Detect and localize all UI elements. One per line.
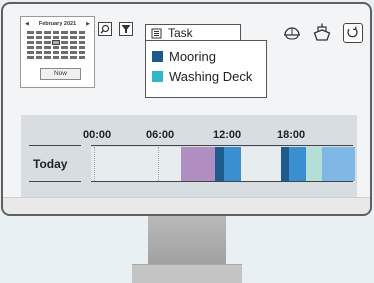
task-bar[interactable]	[322, 147, 355, 181]
monitor-stand-neck	[148, 216, 226, 266]
filter-button[interactable]	[119, 22, 133, 36]
monitor-stand-base	[132, 264, 242, 283]
month-label: February 2021	[38, 21, 77, 27]
monitor-chin	[3, 197, 370, 214]
task-options-list: Mooring Washing Deck	[145, 40, 267, 98]
gridline	[94, 147, 95, 181]
task-bar[interactable]	[306, 147, 322, 181]
gridline	[158, 147, 159, 181]
task-select[interactable]: Task	[145, 24, 241, 41]
tick-label: 00:00	[83, 129, 112, 141]
list-icon	[151, 28, 162, 39]
task-bar[interactable]	[215, 147, 224, 181]
search-icon	[100, 24, 110, 34]
timeline-bottom-border	[91, 181, 353, 182]
next-month-icon[interactable]: ▶	[86, 19, 90, 29]
tick-label: 06:00	[146, 129, 175, 141]
task-placeholder: Task	[168, 26, 193, 40]
ship-icon[interactable]	[312, 22, 332, 42]
mooring-swatch	[152, 51, 163, 62]
filter-icon	[121, 25, 131, 33]
option-mooring[interactable]: Mooring	[152, 49, 216, 64]
tick-label: 12:00	[213, 129, 242, 141]
selected-day[interactable]	[51, 40, 61, 45]
row-label-today: Today	[33, 157, 68, 171]
now-button[interactable]: Now	[40, 68, 81, 80]
task-bar[interactable]	[289, 147, 306, 181]
option-label: Washing Deck	[169, 69, 253, 84]
helmet-icon[interactable]	[282, 22, 302, 42]
timeline-panel: 00:00 06:00 12:00 18:00 Today	[21, 115, 357, 197]
task-bar[interactable]	[281, 147, 289, 181]
search-button[interactable]	[98, 22, 112, 36]
label-top-border	[29, 145, 81, 146]
monitor-screen: ◀ February 2021 ▶ Now Task Mooring Washi…	[1, 2, 372, 216]
label-bottom-border	[29, 181, 81, 182]
date-picker[interactable]: ◀ February 2021 ▶ Now	[20, 16, 95, 88]
tick-label: 18:00	[277, 129, 306, 141]
refresh-icon	[347, 26, 358, 38]
task-bar[interactable]	[224, 147, 241, 181]
timeline-top-border	[91, 145, 353, 146]
washing-deck-swatch	[152, 71, 163, 82]
option-washing-deck[interactable]: Washing Deck	[152, 69, 252, 84]
task-bar[interactable]	[181, 147, 215, 181]
refresh-button[interactable]	[343, 23, 363, 43]
task-filter-dropdown[interactable]: Task Mooring Washing Deck	[145, 20, 267, 98]
calendar-grid[interactable]	[27, 31, 88, 61]
option-label: Mooring	[169, 49, 216, 64]
